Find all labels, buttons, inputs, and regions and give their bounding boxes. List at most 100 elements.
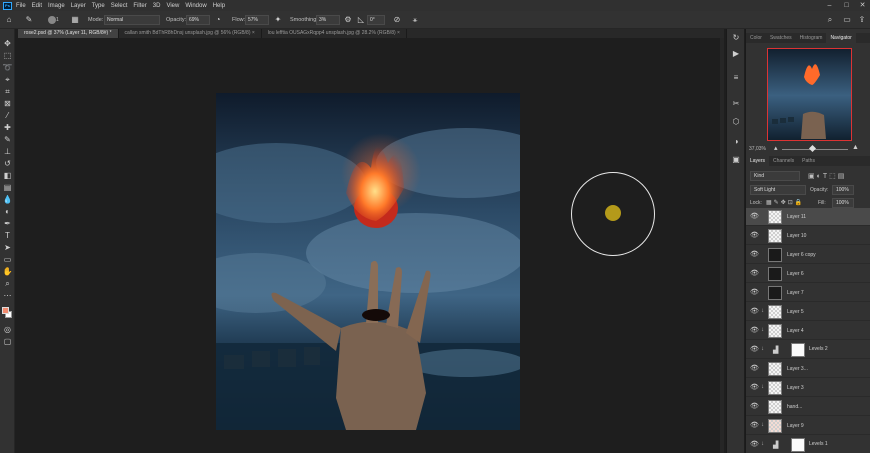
layer-thumbnail[interactable] bbox=[768, 324, 782, 338]
menu-edit[interactable]: Edit bbox=[32, 3, 42, 9]
brush-tool-icon[interactable]: ✎ bbox=[24, 15, 34, 25]
layer-row[interactable]: 👁 hand... bbox=[746, 398, 870, 416]
layer-name[interactable]: Layer 3 bbox=[787, 384, 804, 392]
document-canvas[interactable] bbox=[216, 93, 520, 430]
tab-rose2[interactable]: rose2.psd @ 37% (Layer 11, RGB/8#) * bbox=[18, 29, 119, 38]
menu-select[interactable]: Select bbox=[111, 3, 128, 9]
layer-thumbnail[interactable] bbox=[768, 381, 782, 395]
eyedropper-tool-icon[interactable]: ⁄ bbox=[2, 111, 13, 121]
shape-tool-icon[interactable]: ▭ bbox=[2, 255, 13, 265]
blur-tool-icon[interactable]: 💧 bbox=[2, 195, 13, 205]
history-brush-tool-icon[interactable]: ↺ bbox=[2, 159, 13, 169]
angle-field[interactable]: 0° bbox=[367, 15, 385, 25]
layer-row[interactable]: 👁 ↓ ▟ Levels 1 bbox=[746, 436, 870, 453]
menu-file[interactable]: File bbox=[16, 3, 26, 9]
layer-name[interactable]: hand... bbox=[787, 403, 802, 411]
eraser-tool-icon[interactable]: ◧ bbox=[2, 171, 13, 181]
visibility-eye-icon[interactable]: 👁 bbox=[750, 365, 759, 373]
layer-name[interactable]: Layer 11 bbox=[787, 213, 806, 221]
navigator-zoom-handle[interactable] bbox=[808, 144, 817, 153]
layer-mask-thumbnail[interactable] bbox=[791, 343, 805, 357]
menu-filter[interactable]: Filter bbox=[133, 3, 146, 9]
navigator-zoom-value[interactable]: 37,03% bbox=[749, 146, 766, 152]
layer-row[interactable]: 👁 Layer 10 bbox=[746, 227, 870, 245]
menu-view[interactable]: View bbox=[166, 3, 179, 9]
share-icon[interactable]: ⇪ bbox=[857, 15, 867, 25]
angle-icon[interactable]: ◺ bbox=[356, 15, 366, 25]
tab-channels[interactable]: Channels bbox=[769, 156, 798, 166]
close-icon[interactable]: ✕ bbox=[857, 0, 868, 11]
marquee-tool-icon[interactable]: ⬚ bbox=[2, 51, 13, 61]
vertical-scrollbar[interactable] bbox=[720, 38, 724, 453]
lasso-tool-icon[interactable]: ➰ bbox=[2, 63, 13, 73]
search-icon[interactable]: ⌕ bbox=[825, 15, 835, 25]
quick-mask-icon[interactable]: ◎ bbox=[2, 325, 13, 335]
layer-thumbnail[interactable] bbox=[768, 419, 782, 433]
mode-select[interactable]: Normal bbox=[104, 15, 160, 25]
layer-thumbnail[interactable] bbox=[768, 400, 782, 414]
move-tool-icon[interactable]: ✥ bbox=[2, 39, 13, 49]
layer-name[interactable]: Layer 9 bbox=[787, 422, 804, 430]
brush-settings-icon[interactable]: ▦ bbox=[70, 15, 80, 25]
navigator-thumbnail[interactable] bbox=[767, 48, 852, 141]
menu-layer[interactable]: Layer bbox=[71, 3, 86, 9]
layer-thumbnail[interactable] bbox=[768, 267, 782, 281]
layer-row[interactable]: 👁 Layer 11 bbox=[746, 208, 870, 226]
smoothing-options-gear-icon[interactable]: ⚙ bbox=[343, 15, 353, 25]
layer-mask-thumbnail[interactable] bbox=[791, 438, 805, 452]
dodge-tool-icon[interactable]: ◐ bbox=[2, 207, 13, 217]
frame-tool-icon[interactable]: ⊠ bbox=[2, 99, 13, 109]
properties-icon[interactable]: ≡ bbox=[731, 73, 741, 83]
layer-row[interactable]: 👁 ↓ Layer 5 bbox=[746, 303, 870, 321]
layer-row[interactable]: 👁 ↓ ▟ Levels 2 bbox=[746, 341, 870, 359]
tab-color[interactable]: Color bbox=[746, 33, 766, 43]
brush-tool-icon[interactable]: ✎ bbox=[2, 135, 13, 145]
layer-name[interactable]: Levels 1 bbox=[809, 441, 828, 447]
hand-tool-icon[interactable]: ✋ bbox=[2, 267, 13, 277]
history-icon[interactable]: ↻ bbox=[731, 33, 741, 43]
canvas-area[interactable] bbox=[15, 38, 724, 453]
layer-name[interactable]: Layer 5 bbox=[787, 308, 804, 316]
type-tool-icon[interactable]: T bbox=[2, 231, 13, 241]
layer-row[interactable]: 👁 Layer 6 bbox=[746, 265, 870, 283]
menu-image[interactable]: Image bbox=[48, 3, 65, 9]
photoshop-logo-icon[interactable]: Ps bbox=[3, 1, 12, 10]
visibility-eye-icon[interactable]: 👁 bbox=[750, 422, 759, 430]
pressure-opacity-icon[interactable]: ◔ bbox=[213, 15, 223, 25]
libraries-icon[interactable]: ▣ bbox=[731, 155, 741, 165]
brush-settings-icon[interactable]: ✂ bbox=[731, 99, 741, 109]
visibility-eye-icon[interactable]: 👁 bbox=[750, 270, 759, 278]
lock-options-icons[interactable]: ▦✎✥⊡🔒 bbox=[766, 199, 804, 206]
layer-kind-filter[interactable]: Kind bbox=[750, 171, 800, 181]
tab-lou-lefftia[interactable]: lou lefftia OUSAGxRqpp4 unsplash.jpg @ 2… bbox=[262, 29, 407, 38]
layer-name[interactable]: Layer 4 bbox=[787, 327, 804, 335]
menu-3d[interactable]: 3D bbox=[153, 3, 161, 9]
tab-layers[interactable]: Layers bbox=[746, 156, 770, 166]
crop-tool-icon[interactable]: ⌗ bbox=[2, 87, 13, 97]
actions-play-icon[interactable]: ▶ bbox=[731, 49, 741, 59]
tab-histogram[interactable]: Histogram bbox=[796, 33, 827, 43]
adjustments-icon[interactable]: ◑ bbox=[731, 137, 741, 147]
layer-row[interactable]: 👁 ↓ Layer 3 bbox=[746, 379, 870, 397]
visibility-eye-icon[interactable]: 👁 bbox=[750, 232, 759, 240]
visibility-eye-icon[interactable]: 👁 bbox=[750, 346, 759, 354]
pen-tool-icon[interactable]: ✒ bbox=[2, 219, 13, 229]
clone-stamp-tool-icon[interactable]: ⊥ bbox=[2, 147, 13, 157]
visibility-eye-icon[interactable]: 👁 bbox=[750, 384, 759, 392]
path-select-tool-icon[interactable]: ➤ bbox=[2, 243, 13, 253]
tab-paths[interactable]: Paths bbox=[798, 156, 819, 166]
layer-filter-icons[interactable]: ▣◐T⬚▤ bbox=[808, 172, 846, 180]
minimize-icon[interactable]: – bbox=[824, 0, 835, 11]
layer-name[interactable]: Layer 6 bbox=[787, 270, 804, 278]
tab-navigator[interactable]: Navigator bbox=[826, 33, 856, 43]
layer-name[interactable]: Layer 10 bbox=[787, 232, 806, 240]
visibility-eye-icon[interactable]: 👁 bbox=[750, 308, 759, 316]
zoom-tool-icon[interactable]: ⌕ bbox=[2, 279, 13, 289]
layer-row[interactable]: 👁 ↓ Layer 4 bbox=[746, 322, 870, 340]
tab-swatches[interactable]: Swatches bbox=[766, 33, 796, 43]
fill-field[interactable]: 100% bbox=[832, 198, 854, 208]
workspace-icon[interactable]: ▭ bbox=[842, 15, 852, 25]
gradient-tool-icon[interactable]: ▤ bbox=[2, 183, 13, 193]
layer-thumbnail[interactable] bbox=[768, 229, 782, 243]
foreground-color-swatch[interactable] bbox=[2, 307, 9, 314]
